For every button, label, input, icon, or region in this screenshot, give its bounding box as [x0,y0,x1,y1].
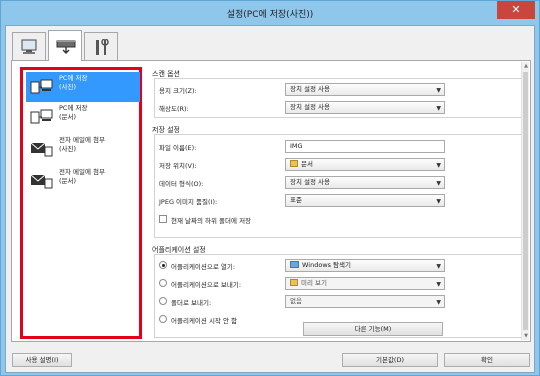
list-item-label: PC에 저장 (사진) [59,74,88,91]
open-app-select[interactable]: Windows 탐색기 ▼ [285,259,445,272]
send-folder-select[interactable]: 없음 ▼ [285,295,445,308]
computer-icon [21,39,37,54]
email-icon [30,142,53,157]
chevron-down-icon: ▼ [436,87,441,94]
resolution-value: 장치 설정 사용 [290,103,331,111]
no-app-label: 어플리케이션 시작 안 함 [171,317,237,325]
settings-window: 설정(PC에 저장(사진)) ✕ PC에 저장 (사진) PC에 저장 (문서)… [0,0,540,376]
close-icon: ✕ [511,3,521,16]
list-item-label: PC에 저장 (문서) [59,104,88,121]
subfolder-checkbox[interactable] [159,215,167,223]
save-in-value: 문서 [301,160,313,168]
chevron-down-icon: ▼ [436,299,441,306]
send-app-radio[interactable] [159,279,167,287]
send-folder-label: 폴더로 보내기: [171,299,212,307]
jpeg-quality-select[interactable]: 표준 ▼ [285,194,445,207]
scroll-up-icon[interactable]: ▲ [522,62,530,70]
chevron-down-icon: ▼ [436,198,441,205]
scroll-thumb[interactable] [523,72,528,330]
chevron-down-icon: ▼ [436,263,441,270]
title-bar: 설정(PC에 저장(사진)) ✕ [1,1,539,25]
send-folder-radio[interactable] [159,297,167,305]
list-item-label: 전자 메일에 첨부 (사진) [59,136,105,153]
app-icon [290,279,298,286]
scroll-down-icon[interactable]: ▼ [522,332,530,340]
scan-options-group: 용지 크기(Z): 장치 설정 사용 ▼ 해상도(R): 장치 설정 사용 ▼ [154,78,524,118]
more-functions-button[interactable]: 다른 기능(M) [303,322,443,336]
dialog-client: PC에 저장 (사진) PC에 저장 (문서) 전자 메일에 첨부 (사진) 전… [5,25,535,373]
jpeg-quality-label: JPEG 이미지 품질(I): [159,198,218,206]
tab-computer[interactable] [12,32,46,60]
resolution-select[interactable]: 장치 설정 사용 ▼ [285,101,445,114]
save-settings-group: 파일 이름(E): IMG 저장 위치(V): 문서 ▼ 데이터 형식(O): … [154,134,524,238]
vertical-scrollbar[interactable]: ▲ ▼ [521,62,529,340]
chevron-down-icon: ▼ [436,281,441,288]
data-format-select[interactable]: 장치 설정 사용 ▼ [285,176,445,189]
paper-size-select[interactable]: 장치 설정 사용 ▼ [285,83,445,96]
file-name-value: IMG [290,142,303,150]
file-name-label: 파일 이름(E): [159,144,197,152]
paper-size-label: 용지 크기(Z): [159,87,197,95]
settings-area: 스캔 옵션 용지 크기(Z): 장치 설정 사용 ▼ 해상도(R): 장치 설정… [152,61,528,341]
subfolder-label: 현재 날짜의 하위 폴더에 저장 [171,217,252,225]
list-item-label: 전자 메일에 첨부 (문서) [59,168,105,185]
email-icon [30,174,53,189]
save-to-pc-icon [30,79,53,94]
content-panel: PC에 저장 (사진) PC에 저장 (문서) 전자 메일에 첨부 (사진) 전… [11,60,531,342]
open-app-label: 어플리케이션으로 열기: [171,263,236,271]
list-item-email-document[interactable]: 전자 메일에 첨부 (문서) [26,166,140,196]
no-app-radio[interactable] [159,315,167,323]
tools-icon [96,39,109,55]
open-app-value: Windows 탐색기 [302,261,352,269]
app-settings-group: 어플리케이션으로 열기: Windows 탐색기 ▼ 어플리케이션으로 보내기:… [154,254,524,338]
save-in-label: 저장 위치(V): [159,162,197,170]
paper-size-value: 장치 설정 사용 [290,85,331,93]
chevron-down-icon: ▼ [436,105,441,112]
data-format-label: 데이터 형식(O): [159,180,204,188]
resolution-label: 해상도(R): [159,105,189,113]
open-app-radio[interactable] [159,261,167,269]
tab-scanner[interactable] [48,30,82,61]
windows-explorer-icon [290,261,299,268]
folder-icon [290,160,298,167]
close-button[interactable]: ✕ [497,1,535,19]
send-app-value: 미리 보기 [301,279,327,287]
scan-mode-list: PC에 저장 (사진) PC에 저장 (문서) 전자 메일에 첨부 (사진) 전… [20,67,142,339]
list-item-save-photo[interactable]: PC에 저장 (사진) [26,72,140,102]
jpeg-quality-value: 표준 [290,196,302,204]
data-format-value: 장치 설정 사용 [290,178,331,186]
file-name-input[interactable]: IMG [285,140,445,153]
ok-button[interactable]: 확인 [444,353,530,367]
send-app-label: 어플리케이션으로 보내기: [171,281,242,289]
chevron-down-icon: ▼ [436,180,441,187]
chevron-down-icon: ▼ [436,162,441,169]
instructions-button[interactable]: 사용 설명(I) [12,353,72,367]
window-title: 설정(PC에 저장(사진)) [226,10,314,20]
send-folder-value: 없음 [290,297,302,305]
defaults-button[interactable]: 기본값(D) [342,353,438,367]
tab-tools[interactable] [84,32,118,60]
save-in-select[interactable]: 문서 ▼ [285,158,445,171]
save-to-pc-icon [30,109,53,124]
list-item-save-document[interactable]: PC에 저장 (문서) [26,102,140,132]
list-item-email-photo[interactable]: 전자 메일에 첨부 (사진) [26,134,140,164]
send-app-select[interactable]: 미리 보기 ▼ [285,277,445,290]
scanner-icon [56,40,76,54]
